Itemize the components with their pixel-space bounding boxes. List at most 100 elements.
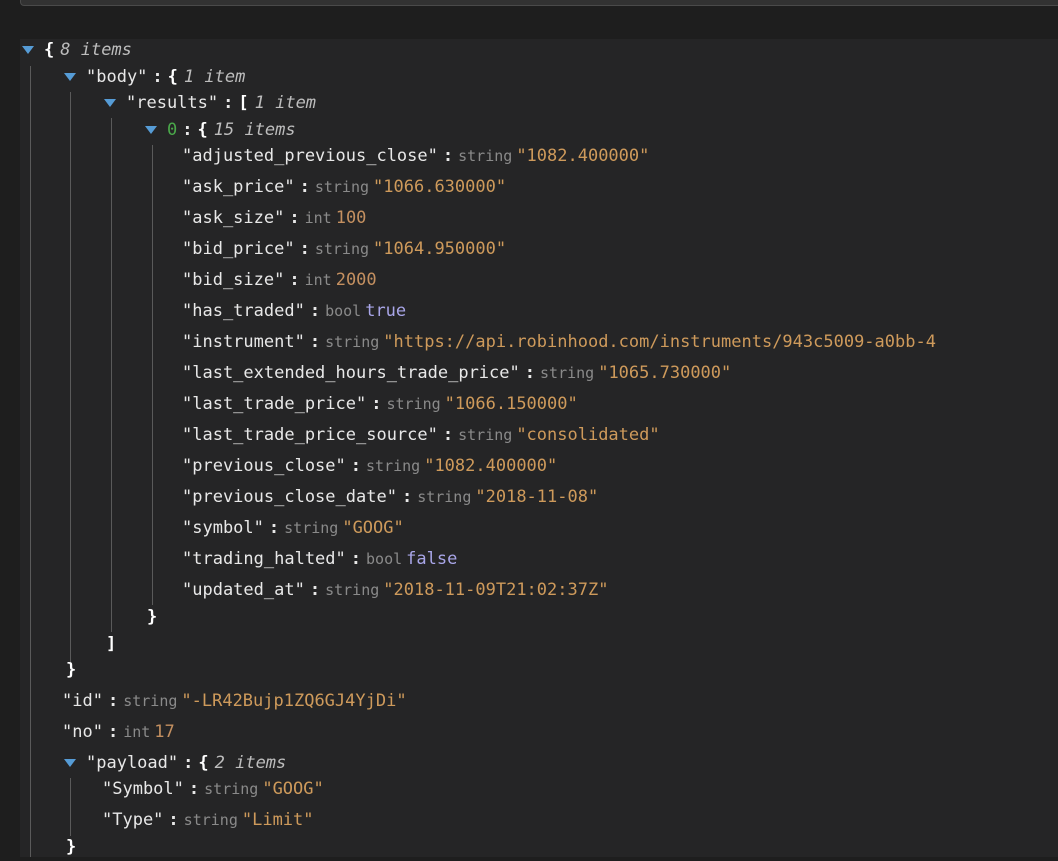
field-key: "ask_size" bbox=[182, 208, 285, 228]
caret-down-icon[interactable] bbox=[64, 73, 76, 81]
field-value: "2018-11-09T21:02:37Z" bbox=[383, 580, 609, 600]
field-key: "previous_close" bbox=[182, 456, 346, 476]
field-type: string bbox=[417, 488, 472, 506]
field-type: string bbox=[325, 581, 380, 599]
close-brace-payload: } bbox=[66, 833, 76, 857]
field-row[interactable]: "last_extended_hours_trade_price": string… bbox=[182, 359, 731, 387]
field-row[interactable]: "last_trade_price": string "1066.150000" bbox=[182, 390, 578, 418]
field-type: int bbox=[304, 209, 332, 227]
field-row[interactable]: "bid_price": string "1064.950000" bbox=[182, 235, 506, 263]
tree-node-body[interactable]: "body":{1 item bbox=[64, 63, 245, 91]
colon: : bbox=[152, 67, 163, 87]
colon: : bbox=[107, 691, 119, 711]
field-key: "Symbol" bbox=[102, 779, 184, 799]
item-count: 2 items bbox=[214, 753, 287, 773]
colon: : bbox=[188, 779, 200, 799]
node-key: "payload" bbox=[86, 753, 179, 773]
field-value: "GOOG" bbox=[342, 518, 404, 538]
colon: : bbox=[268, 518, 280, 538]
indent-guide bbox=[70, 778, 71, 836]
field-type: string bbox=[386, 395, 441, 413]
field-value: 100 bbox=[335, 208, 367, 228]
colon: : bbox=[524, 363, 536, 383]
field-value: "1082.400000" bbox=[424, 456, 558, 476]
field-type: string bbox=[540, 364, 595, 382]
field-type: string bbox=[458, 147, 513, 165]
field-type: string bbox=[458, 426, 513, 444]
field-row[interactable]: "has_traded": bool true bbox=[182, 297, 406, 325]
close-brace: } bbox=[147, 607, 158, 627]
field-value: true bbox=[365, 301, 407, 321]
field-value: "https://api.robinhood.com/instruments/9… bbox=[383, 332, 936, 352]
tree-node-results[interactable]: "results":[1 item bbox=[104, 89, 316, 117]
field-row[interactable]: "bid_size": int 2000 bbox=[182, 266, 377, 294]
tree-node-index-0[interactable]: 0:{15 items bbox=[145, 116, 296, 144]
open-bracket: [ bbox=[238, 93, 249, 113]
field-type: string bbox=[314, 240, 370, 258]
field-row[interactable]: "updated_at": string "2018-11-09T21:02:37Z… bbox=[182, 576, 608, 604]
colon: : bbox=[289, 208, 300, 228]
indent-guide bbox=[111, 118, 112, 632]
field-key: "no" bbox=[62, 722, 103, 742]
field-key: "trading_halted" bbox=[182, 549, 346, 569]
field-row-no[interactable]: "no": int 17 bbox=[62, 718, 175, 746]
tree-root-row[interactable]: {8 items bbox=[22, 36, 132, 64]
field-value: "1066.150000" bbox=[444, 394, 578, 414]
close-bracket: ] bbox=[106, 634, 117, 654]
field-row[interactable]: "last_trade_price_source": string "consoli… bbox=[182, 421, 660, 449]
field-row[interactable]: "previous_close_date": string "2018-11-08" bbox=[182, 483, 598, 511]
colon: : bbox=[168, 810, 179, 830]
field-key: "last_trade_price" bbox=[182, 394, 367, 414]
field-key: "symbol" bbox=[182, 518, 264, 538]
indent-guide bbox=[152, 145, 153, 605]
caret-down-icon[interactable] bbox=[145, 126, 157, 134]
field-type: string bbox=[204, 780, 259, 798]
field-row-id[interactable]: "id": string "-LR42Bujp1ZQ6GJ4YjDi" bbox=[62, 687, 407, 715]
close-brace-body: } bbox=[66, 656, 76, 684]
colon: : bbox=[289, 270, 300, 290]
field-value: "1066.630000" bbox=[373, 177, 507, 197]
close-brace-index-0: } bbox=[147, 603, 157, 631]
field-value: "GOOG" bbox=[262, 779, 324, 799]
colon: : bbox=[350, 549, 362, 569]
caret-down-icon[interactable] bbox=[22, 46, 34, 54]
field-type: string bbox=[314, 178, 370, 196]
caret-down-icon[interactable] bbox=[104, 99, 116, 107]
item-count: 8 items bbox=[60, 40, 132, 60]
colon: : bbox=[442, 146, 454, 166]
field-value: 2000 bbox=[335, 270, 377, 290]
field-row[interactable]: "Type": string "Limit" bbox=[102, 806, 314, 834]
field-value: "2018-11-08" bbox=[475, 487, 599, 507]
caret-down-icon[interactable] bbox=[64, 759, 76, 767]
field-row[interactable]: "instrument": string "https://api.robinhoo… bbox=[182, 328, 936, 356]
field-key: "adjusted_previous_close" bbox=[182, 146, 438, 166]
tree-node-payload[interactable]: "payload":{2 items bbox=[64, 749, 286, 777]
open-brace: { bbox=[167, 67, 178, 87]
field-row[interactable]: "previous_close": string "1082.400000" bbox=[182, 452, 557, 480]
node-key: "body" bbox=[86, 67, 148, 87]
field-key: "bid_price" bbox=[182, 239, 295, 259]
field-type: int bbox=[123, 723, 151, 741]
field-row[interactable]: "ask_size": int 100 bbox=[182, 204, 366, 232]
field-value: false bbox=[406, 549, 458, 569]
field-row[interactable]: "ask_price": string "1066.630000" bbox=[182, 173, 506, 201]
colon: : bbox=[182, 120, 193, 140]
colon: : bbox=[371, 394, 382, 414]
field-type: string bbox=[284, 519, 339, 537]
field-row[interactable]: "Symbol": string "GOOG" bbox=[102, 775, 324, 803]
field-key: "ask_price" bbox=[182, 177, 295, 197]
field-value: "Limit" bbox=[241, 810, 314, 830]
top-toolbar bbox=[20, 0, 1058, 6]
item-count: 1 item bbox=[183, 67, 246, 87]
field-row[interactable]: "trading_halted": bool false bbox=[182, 545, 457, 573]
field-row[interactable]: "symbol": string "GOOG" bbox=[182, 514, 404, 542]
field-type: int bbox=[304, 271, 332, 289]
field-key: "has_traded" bbox=[182, 301, 305, 321]
field-type: bool bbox=[325, 302, 362, 320]
open-brace: { bbox=[44, 40, 55, 60]
field-key: "instrument" bbox=[182, 332, 305, 352]
field-row[interactable]: "adjusted_previous_close": string "1082.40… bbox=[182, 142, 649, 170]
colon: : bbox=[299, 239, 310, 259]
field-type: string bbox=[123, 692, 178, 710]
field-type: string bbox=[183, 811, 238, 829]
